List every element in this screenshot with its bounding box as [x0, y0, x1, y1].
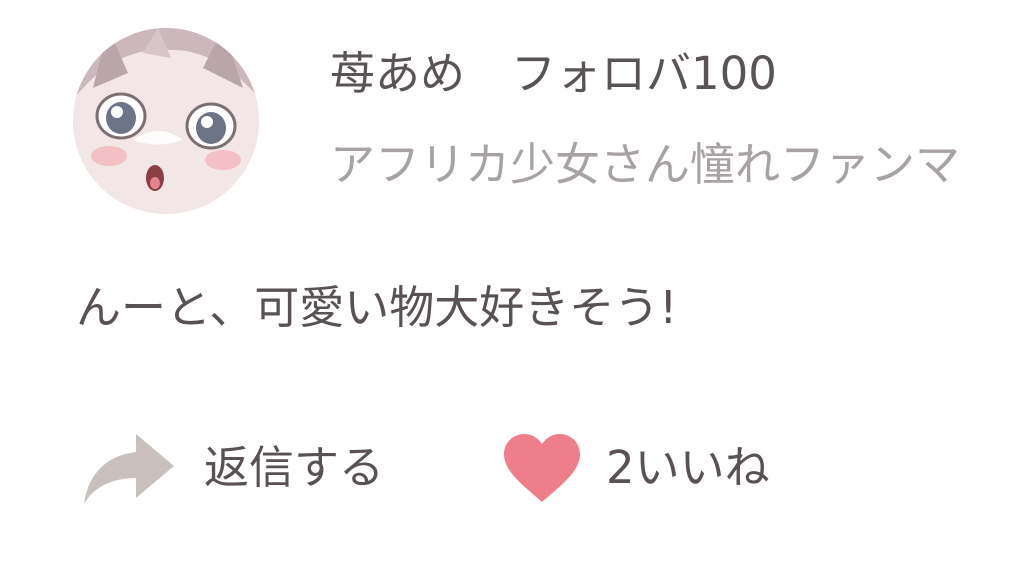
avatar[interactable]: [73, 28, 259, 214]
heart-icon: [504, 434, 580, 502]
reply-label: 返信する: [204, 441, 385, 494]
follower-label: フォロバ100: [511, 47, 777, 100]
share-arrow-icon: [84, 434, 174, 504]
reply-button[interactable]: 返信する: [80, 428, 384, 508]
user-bio: アフリカ少女さん憧れファンマ: [330, 138, 961, 191]
comment-card: 苺あめ フォロバ100 アフリカ少女さん憧れファンマ んーと、可愛い物大好きそう!…: [0, 0, 1024, 576]
username[interactable]: 苺あめ: [330, 47, 465, 100]
comment-text: んーと、可愛い物大好きそう!: [76, 281, 678, 334]
user-header: 苺あめ フォロバ100: [330, 44, 777, 104]
like-button[interactable]: 2いいね: [502, 428, 770, 508]
like-count-label: 2いいね: [606, 441, 770, 494]
avatar-illustration: [73, 28, 259, 214]
